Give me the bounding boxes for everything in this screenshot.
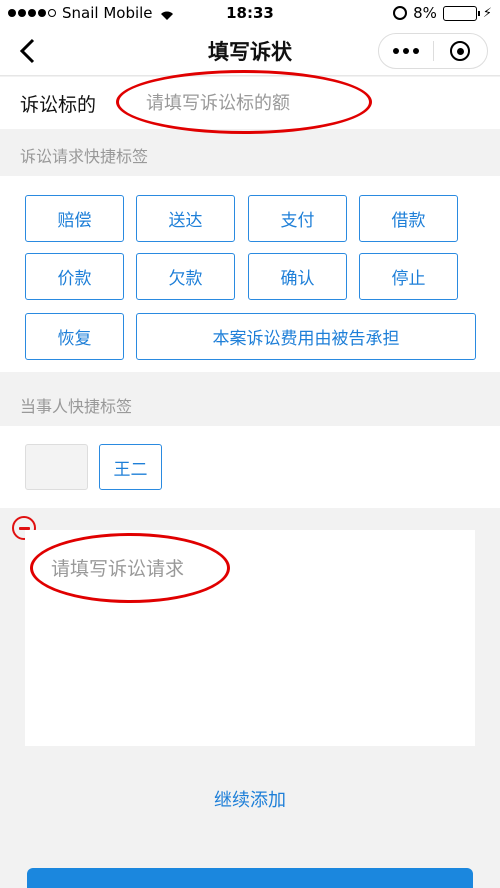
target-icon	[450, 41, 471, 61]
page-title: 填写诉状	[208, 39, 292, 64]
red-annotation-oval	[116, 70, 372, 134]
red-annotation-oval	[30, 533, 230, 603]
battery-percent: 8%	[413, 4, 437, 22]
wifi-icon	[159, 7, 175, 20]
chevron-left-icon	[19, 38, 35, 64]
tag-button[interactable]: 停止	[359, 253, 458, 300]
party-tag-button[interactable]	[25, 444, 88, 490]
tag-button[interactable]: 恢复	[25, 313, 124, 360]
tag-button[interactable]: 送达	[136, 195, 235, 242]
tag-button[interactable]: 欠款	[136, 253, 235, 300]
tag-button[interactable]: 价款	[25, 253, 124, 300]
signal-strength-icon	[8, 9, 56, 17]
charging-bolt-icon: ⚡	[482, 5, 492, 21]
party-tags-header: 当事人快捷标签	[20, 397, 133, 416]
rotation-lock-icon	[393, 6, 408, 20]
party-tags-panel: 王二	[0, 426, 500, 508]
more-menu-button[interactable]	[379, 48, 433, 54]
request-tags-panel: 赔偿 送达 支付 借款 价款 欠款 确认 停止 恢复 本案诉讼费用由被告承担	[0, 176, 500, 372]
tag-button[interactable]: 赔偿	[25, 195, 124, 242]
status-bar: Snail Mobile 18:33 8% ⚡	[0, 0, 500, 26]
back-button[interactable]	[10, 34, 44, 68]
close-miniprogram-button[interactable]	[434, 41, 488, 61]
tag-button[interactable]: 支付	[248, 195, 347, 242]
tag-button[interactable]: 借款	[359, 195, 458, 242]
party-tag-button[interactable]: 王二	[99, 444, 162, 490]
carrier-name: Snail Mobile	[62, 4, 153, 22]
add-more-link[interactable]: 继续添加	[0, 786, 500, 812]
battery-icon	[442, 5, 480, 21]
submit-button[interactable]	[27, 868, 473, 888]
request-tags-header: 诉讼请求快捷标签	[20, 147, 149, 166]
tag-button[interactable]: 确认	[248, 253, 347, 300]
mini-program-capsule	[378, 33, 488, 69]
nav-bar: 填写诉状	[0, 26, 500, 76]
tag-button[interactable]: 本案诉讼费用由被告承担	[136, 313, 476, 360]
